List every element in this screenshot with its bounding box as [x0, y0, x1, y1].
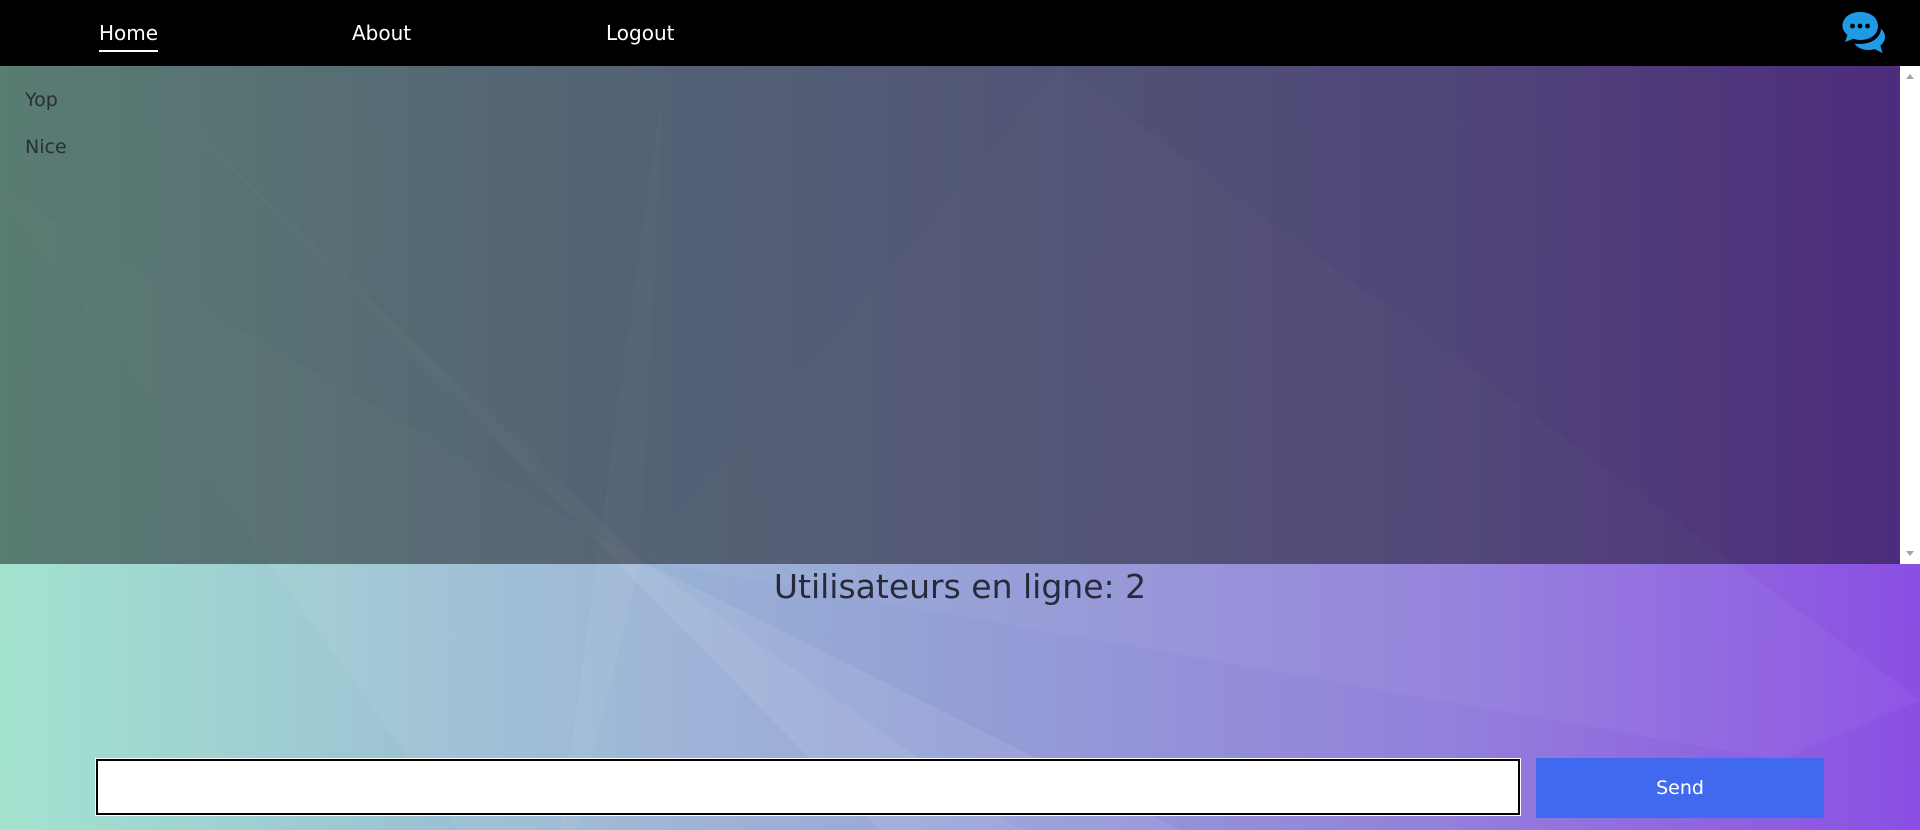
message-item: Yop [25, 89, 58, 111]
message-item: Nice [25, 136, 67, 158]
chat-bubbles-icon[interactable] [1840, 10, 1886, 56]
send-button[interactable]: Send [1536, 758, 1824, 818]
message-list: Yop Nice [25, 88, 1875, 182]
nav-home-link[interactable]: Home [99, 20, 159, 52]
top-navbar: Home About Logout [0, 0, 1920, 66]
message-input[interactable] [95, 758, 1521, 816]
vertical-scrollbar[interactable] [1900, 66, 1920, 564]
online-users-count: Utilisateurs en ligne: 2 [773, 567, 1147, 606]
nav-logout-link[interactable]: Logout [606, 20, 674, 46]
nav-about-link[interactable]: About [352, 20, 411, 46]
message-list-panel[interactable]: Yop Nice [0, 66, 1920, 564]
scroll-down-arrow-icon[interactable] [1906, 551, 1914, 556]
scroll-up-arrow-icon[interactable] [1906, 74, 1914, 79]
